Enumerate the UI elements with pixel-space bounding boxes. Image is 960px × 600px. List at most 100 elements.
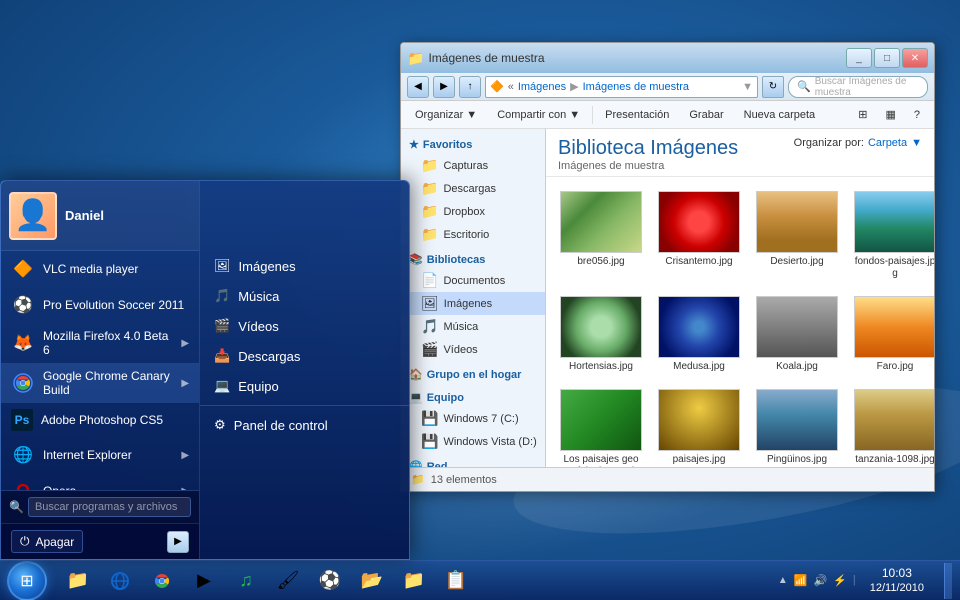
start-item-chrome[interactable]: Google Chrome Canary Build ▶	[1, 363, 199, 403]
image-item-koala[interactable]: Koala.jpg	[752, 292, 842, 377]
record-button[interactable]: Grabar	[681, 106, 731, 124]
sidebar-item-windowsvista[interactable]: 💾Windows Vista (D:)	[401, 430, 545, 453]
help-button[interactable]: ?	[906, 105, 928, 124]
image-item-desierto[interactable]: Desierto.jpg	[752, 187, 842, 284]
image-item-paisajes[interactable]: paisajes.jpg	[654, 385, 744, 467]
start-orb[interactable]	[7, 561, 47, 600]
start-menu-user-section: 👤 Daniel	[1, 181, 199, 251]
sidebar-item-dropbox[interactable]: 📁Dropbox	[401, 200, 545, 223]
sidebar-favorites-header[interactable]: ★Favoritos	[401, 135, 545, 154]
downloads-icon: 📥	[214, 348, 230, 364]
taskbar-app-folder2[interactable]: 📂	[352, 563, 392, 599]
chrome-label: Google Chrome Canary Build	[43, 369, 173, 397]
start-item-ie[interactable]: 🌐 Internet Explorer ▶	[1, 437, 199, 473]
explorer-toolbar2: Organizar ▼ Compartir con ▼ Presentación…	[401, 101, 934, 129]
ie-icon: 🌐	[11, 443, 35, 467]
start-item-firefox[interactable]: 🦊 Mozilla Firefox 4.0 Beta 6 ▶	[1, 323, 199, 363]
address-toolbar: ◀ ▶ ↑ 🔶 « Imágenes ▶ Imágenes de muestra…	[401, 73, 934, 101]
start-item-vlc[interactable]: 🔶 VLC media player	[1, 251, 199, 287]
start-right-control-panel[interactable]: ⚙ Panel de control	[200, 410, 409, 440]
image-item-paisajes-geo[interactable]: Los paisajes geomorfologicos _Picture3.j…	[556, 385, 646, 467]
up-button[interactable]: ↑	[459, 76, 481, 98]
back-button[interactable]: ◀	[407, 76, 429, 98]
shutdown-arrow-button[interactable]: ▶	[167, 531, 189, 553]
start-right-equipment[interactable]: 💻 Equipo	[200, 371, 409, 401]
start-button[interactable]	[0, 561, 54, 600]
start-item-pes[interactable]: ⚽ Pro Evolution Soccer 2011	[1, 287, 199, 323]
sidebar-item-windows7[interactable]: 💾Windows 7 (C:)	[401, 407, 545, 430]
system-tray: ▲ 📶 🔊 ⚡ | 10:03 12/11/2010	[770, 566, 940, 596]
clock[interactable]: 10:03 12/11/2010	[862, 566, 932, 596]
start-right-videos[interactable]: 🎬 Vídeos	[200, 311, 409, 341]
tray-arrow[interactable]: ▲	[778, 575, 788, 586]
shutdown-icon: ⏻	[20, 534, 30, 549]
music-icon: 🎵	[214, 288, 230, 304]
view-toggle-button[interactable]: ⊞	[850, 105, 875, 124]
taskbar-app-pes[interactable]: ⚽	[310, 563, 350, 599]
search-box[interactable]: 🔍 Buscar Imágenes de muestra	[788, 76, 928, 98]
minimize-button[interactable]: _	[846, 48, 872, 68]
image-item-fondos[interactable]: fondos-paisajes.jpg	[850, 187, 934, 284]
organize-button[interactable]: Organizar ▼	[407, 106, 485, 124]
maximize-button[interactable]: □	[874, 48, 900, 68]
start-right-music[interactable]: 🎵 Música	[200, 281, 409, 311]
sidebar-favorites-section: ★Favoritos 📁Capturas 📁Descargas 📁Dropbox…	[401, 135, 545, 246]
address-part-images[interactable]: Imágenes	[518, 81, 566, 93]
show-desktop-button[interactable]	[944, 563, 952, 599]
taskbar-app-mediaplayer[interactable]: ▶	[184, 563, 224, 599]
sidebar-libraries-header[interactable]: 📚Bibliotecas	[401, 250, 545, 269]
refresh-button[interactable]: ↻	[762, 76, 784, 98]
taskbar-app-folder[interactable]: 📁	[58, 563, 98, 599]
sidebar-item-imagenes[interactable]: 🖼Imágenes	[401, 292, 545, 315]
image-item-faro[interactable]: Faro.jpg	[850, 292, 934, 377]
preview-pane-button[interactable]: ▦	[877, 105, 903, 124]
explorer-body: ★Favoritos 📁Capturas 📁Descargas 📁Dropbox…	[401, 129, 934, 467]
taskbar-app-paint[interactable]: 🖌	[268, 563, 308, 599]
address-bar[interactable]: 🔶 « Imágenes ▶ Imágenes de muestra ▼	[485, 76, 758, 98]
sidebar-equipment-header[interactable]: 💻Equipo	[401, 388, 545, 407]
new-folder-button[interactable]: Nueva carpeta	[736, 106, 824, 124]
image-item-crisantemo[interactable]: Crisantemo.jpg	[654, 187, 744, 284]
start-item-photoshop[interactable]: Ps Adobe Photoshop CS5	[1, 403, 199, 437]
sidebar-item-videos[interactable]: 🎬Vídeos	[401, 338, 545, 361]
equipment-icon: 💻	[214, 378, 230, 394]
sidebar-homegroup-header[interactable]: 🏠Grupo en el hogar	[401, 365, 545, 384]
sidebar-item-musica[interactable]: 🎵Música	[401, 315, 545, 338]
taskbar-app-misc[interactable]: 📋	[436, 563, 476, 599]
start-right-downloads[interactable]: 📥 Descargas	[200, 341, 409, 371]
sidebar-network-header[interactable]: 🌐Red	[401, 457, 545, 467]
image-item-bre056[interactable]: bre056.jpg	[556, 187, 646, 284]
taskbar-app-chrome[interactable]	[142, 563, 182, 599]
start-item-opera[interactable]: O Opera ▶	[1, 473, 199, 490]
taskbar-app-ie[interactable]	[100, 563, 140, 599]
image-item-tanzania[interactable]: tanzania-1098.jpg	[850, 385, 934, 467]
image-item-hortensias[interactable]: Hortensias.jpg	[556, 292, 646, 377]
firefox-arrow: ▶	[181, 338, 189, 349]
forward-button[interactable]: ▶	[433, 76, 455, 98]
sidebar-item-documentos[interactable]: 📄Documentos	[401, 269, 545, 292]
vlc-icon: 🔶	[11, 257, 35, 281]
start-right-images[interactable]: 🖼 Imágenes	[200, 251, 409, 281]
image-item-pinguinos[interactable]: Pingüinos.jpg	[752, 385, 842, 467]
presentation-button[interactable]: Presentación	[597, 106, 677, 124]
taskbar-app-spotify[interactable]: ♫	[226, 563, 266, 599]
shutdown-label: Apagar	[36, 535, 75, 549]
sidebar-item-descargas[interactable]: 📁Descargas	[401, 177, 545, 200]
sidebar-homegroup-section: 🏠Grupo en el hogar	[401, 365, 545, 384]
close-button[interactable]: ✕	[902, 48, 928, 68]
shutdown-button[interactable]: ⏻ Apagar	[11, 530, 83, 553]
tray-volume[interactable]: 🔊	[813, 574, 827, 587]
tray-battery[interactable]: ⚡	[833, 574, 847, 587]
window-titlebar: 📁 Imágenes de muestra _ □ ✕	[401, 43, 934, 73]
user-name: Daniel	[65, 208, 104, 223]
share-button[interactable]: Compartir con ▼	[489, 106, 588, 124]
image-name-paisajes-geo: Los paisajes geomorfologicos _Picture3.j…	[560, 454, 642, 467]
sidebar-item-capturas[interactable]: 📁Capturas	[401, 154, 545, 177]
address-part-sample[interactable]: Imágenes de muestra	[583, 81, 689, 93]
sidebar-item-escritorio[interactable]: 📁Escritorio	[401, 223, 545, 246]
image-item-medusa[interactable]: Medusa.jpg	[654, 292, 744, 377]
search-input[interactable]	[28, 497, 191, 517]
library-sort[interactable]: Organizar por: Carpeta ▼	[794, 137, 922, 149]
tray-network[interactable]: 📶	[794, 574, 808, 587]
taskbar-app-folder3[interactable]: 📁	[394, 563, 434, 599]
